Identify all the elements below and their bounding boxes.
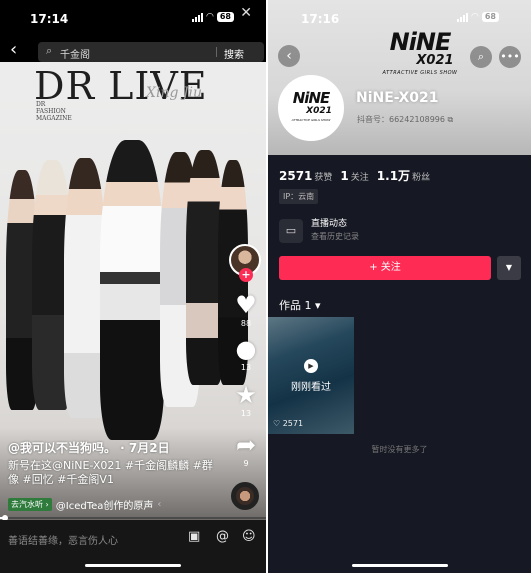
figure [100,140,164,440]
back-arrow-icon[interactable]: ‹ [278,45,300,67]
copy-icon[interactable]: ⧉ [448,115,454,124]
home-indicator [85,564,181,567]
profile-avatar[interactable]: NiNE X021 ATTRACTIVE GIRLS SHOW [278,75,344,141]
home-indicator [352,564,448,567]
like-count: 88 [240,319,252,328]
stat-label: 获赞 [314,173,333,183]
stat-value: 1 [340,169,349,183]
video-player-screen: DR LIVE Xing Jiu DR FASHION MAGAZINE 17:… [0,0,266,573]
follow-plus-icon[interactable]: + [239,268,253,282]
favorite-count: 13 [240,409,252,418]
signal-icon [457,12,468,22]
thumbnail-likes: ♡ 2571 [273,419,303,428]
share-icon: ➦ [235,431,257,459]
chevron-left-icon: ‹ [157,499,162,510]
tv-icon[interactable]: ▭ [279,219,303,243]
music-row[interactable]: 去汽水听 › @IcedTea创作的原声 ‹ [8,497,161,512]
ip-location-tag: IP：云南 [279,189,319,204]
search-input[interactable]: ⌕ 千金阁 搜索 [38,42,264,62]
music-disc[interactable] [231,482,259,510]
wifi-icon: ◠ [471,12,479,22]
tab-works[interactable]: 作品 1 ▾ [279,297,321,313]
avatar-logo-line-1: NiNE [292,89,331,107]
logo-line-1: NiNE [389,28,452,56]
music-title[interactable]: @IcedTea创作的原声 [56,497,154,512]
search-icon: ⌕ [46,44,53,57]
status-time: 17:14 [30,12,69,26]
comment-count: 13 [240,363,252,372]
stat-value: 1.1万 [376,169,411,183]
status-time: 17:16 [301,12,340,26]
profile-stats: 2571 获赞 1 关注 1.1万 粉丝 [279,165,430,184]
back-arrow-icon[interactable]: ‹ [10,39,17,61]
close-icon[interactable]: ✕ [240,5,252,21]
favorite-button[interactable]: ★ 13 [230,382,262,418]
comment-icon: ● [235,335,257,363]
stat-following[interactable]: 1 关注 [340,165,368,184]
profile-screen: 17:16 ◠ 68 ‹ NiNE X021 ATTRACTIVE GIRLS … [268,0,531,573]
avatar-logo-line-3: ATTRACTIVE GIRLS SHOW [291,118,331,122]
status-icons: ◠ 68 [457,12,499,22]
status-icons: ◠ 68 [192,12,234,22]
profile-nickname: NiNE-X021 [356,90,439,106]
status-bar: 17:14 ◠ 68 ✕ [0,0,266,38]
comment-input[interactable]: 善语结善缘，恶言伤人心 [8,532,118,547]
no-more-label: 暂时没有更多了 [371,445,428,454]
comment-button[interactable]: ● 13 [230,336,262,372]
wifi-icon: ◠ [206,12,214,22]
thumbnail-like-count: 2571 [282,419,304,428]
stat-followers[interactable]: 1.1万 粉丝 [377,165,430,184]
star-icon: ★ [235,381,257,409]
search-query: 千金阁 [60,50,90,61]
emoji-icon[interactable]: ☺ [242,529,256,544]
heart-icon: ♥ [235,291,257,319]
share-button[interactable]: ➦ 9 [230,432,262,468]
more-icon[interactable]: ••• [499,46,521,68]
like-button[interactable]: ♥ 88 [230,292,262,328]
logo-line-3: ATTRACTIVE GIRLS SHOW [382,70,458,76]
stat-value: 2571 [279,169,313,183]
play-icon: ▶ [304,359,318,373]
thumbnail-overlay [268,317,354,434]
douyin-id[interactable]: 抖音号：66242108996 ⧉ [357,114,453,125]
search-button[interactable]: 搜索 [224,46,244,61]
avatar-logo-line-2: X021 [306,106,332,116]
divider [216,47,217,57]
stat-label: 粉丝 [412,173,431,183]
video-author[interactable]: @我可以不当狗吗。 · 7月2日 [8,441,170,455]
battery-icon: 68 [481,12,499,22]
live-history-subtitle[interactable]: 查看历史记录 [311,231,359,242]
share-count: 9 [243,459,249,468]
stat-label: 关注 [350,173,369,183]
at-icon[interactable]: @ [216,529,229,544]
video-thumbnail[interactable]: ▶ 刚刚看过 ♡ 2571 [268,317,354,434]
magazine-subtitle: DR FASHION MAGAZINE [36,101,72,122]
douyin-id-text: 抖音号：66242108996 [357,115,445,124]
video-description[interactable]: 新号在这@NiNE-X021 #千金阁麟麟 #群像 #回忆 #千金阁V1 [8,459,223,487]
live-history-title[interactable]: 直播动态 [311,216,347,229]
follow-button[interactable]: + 关注 [279,256,491,280]
dropdown-arrow-icon[interactable]: ▼ [497,256,521,280]
search-header: ‹ ⌕ 千金阁 搜索 [0,38,266,62]
comment-bar: 善语结善缘，恶言伤人心 ▣ @ ☺ [0,520,266,573]
signal-icon [192,12,203,22]
magazine-script: Xing Jiu [146,85,202,101]
stat-likes[interactable]: 2571 获赞 [279,165,332,184]
video-progress-bar[interactable] [0,515,266,521]
recently-watched-label: 刚刚看过 [291,382,331,393]
cover-logo: NiNE X021 ATTRACTIVE GIRLS SHOW [370,30,470,76]
search-icon[interactable]: ⌕ [470,46,492,68]
logo-line-2: X021 [416,53,454,68]
battery-icon: 68 [216,12,234,22]
music-source-tag[interactable]: 去汽水听 › [8,498,52,511]
image-icon[interactable]: ▣ [188,529,200,544]
heart-outline-icon: ♡ [273,419,281,428]
